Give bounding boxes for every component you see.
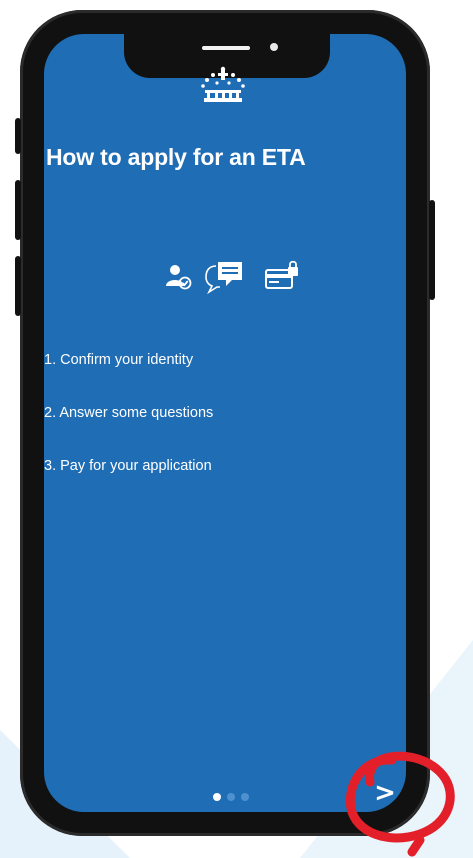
phone-side-button-power: [429, 200, 435, 300]
speaker-grille: [202, 46, 250, 50]
front-camera: [270, 43, 278, 51]
steps-list: 1. Confirm your identity 2. Answer some …: [44, 352, 213, 511]
step-item: 1. Confirm your identity: [44, 352, 194, 368]
person-check-icon: [166, 265, 192, 290]
stage: How to apply for an ETA 1. Confirm your …: [0, 0, 473, 858]
steps-icon-row: [164, 260, 314, 300]
card-lock-icon: [265, 260, 298, 289]
pagination-dot-3[interactable]: [241, 793, 249, 801]
phone-side-button-mute: [15, 118, 21, 154]
next-button[interactable]: >: [370, 778, 400, 808]
chat-bubbles-icon: [205, 262, 242, 294]
phone-side-button-volume-up: [15, 180, 21, 240]
page-title: How to apply for an ETA: [46, 144, 306, 170]
pagination-dot-1[interactable]: [213, 793, 221, 801]
step-item: 2. Answer some questions: [44, 405, 214, 421]
app-screen: How to apply for an ETA 1. Confirm your …: [44, 34, 406, 812]
phone-side-button-volume-down: [15, 256, 21, 316]
pagination-dots: [213, 793, 263, 803]
step-item: 3. Pay for your application: [44, 458, 212, 474]
pagination-dot-2[interactable]: [227, 793, 235, 801]
crown-logo-icon: [201, 66, 245, 102]
